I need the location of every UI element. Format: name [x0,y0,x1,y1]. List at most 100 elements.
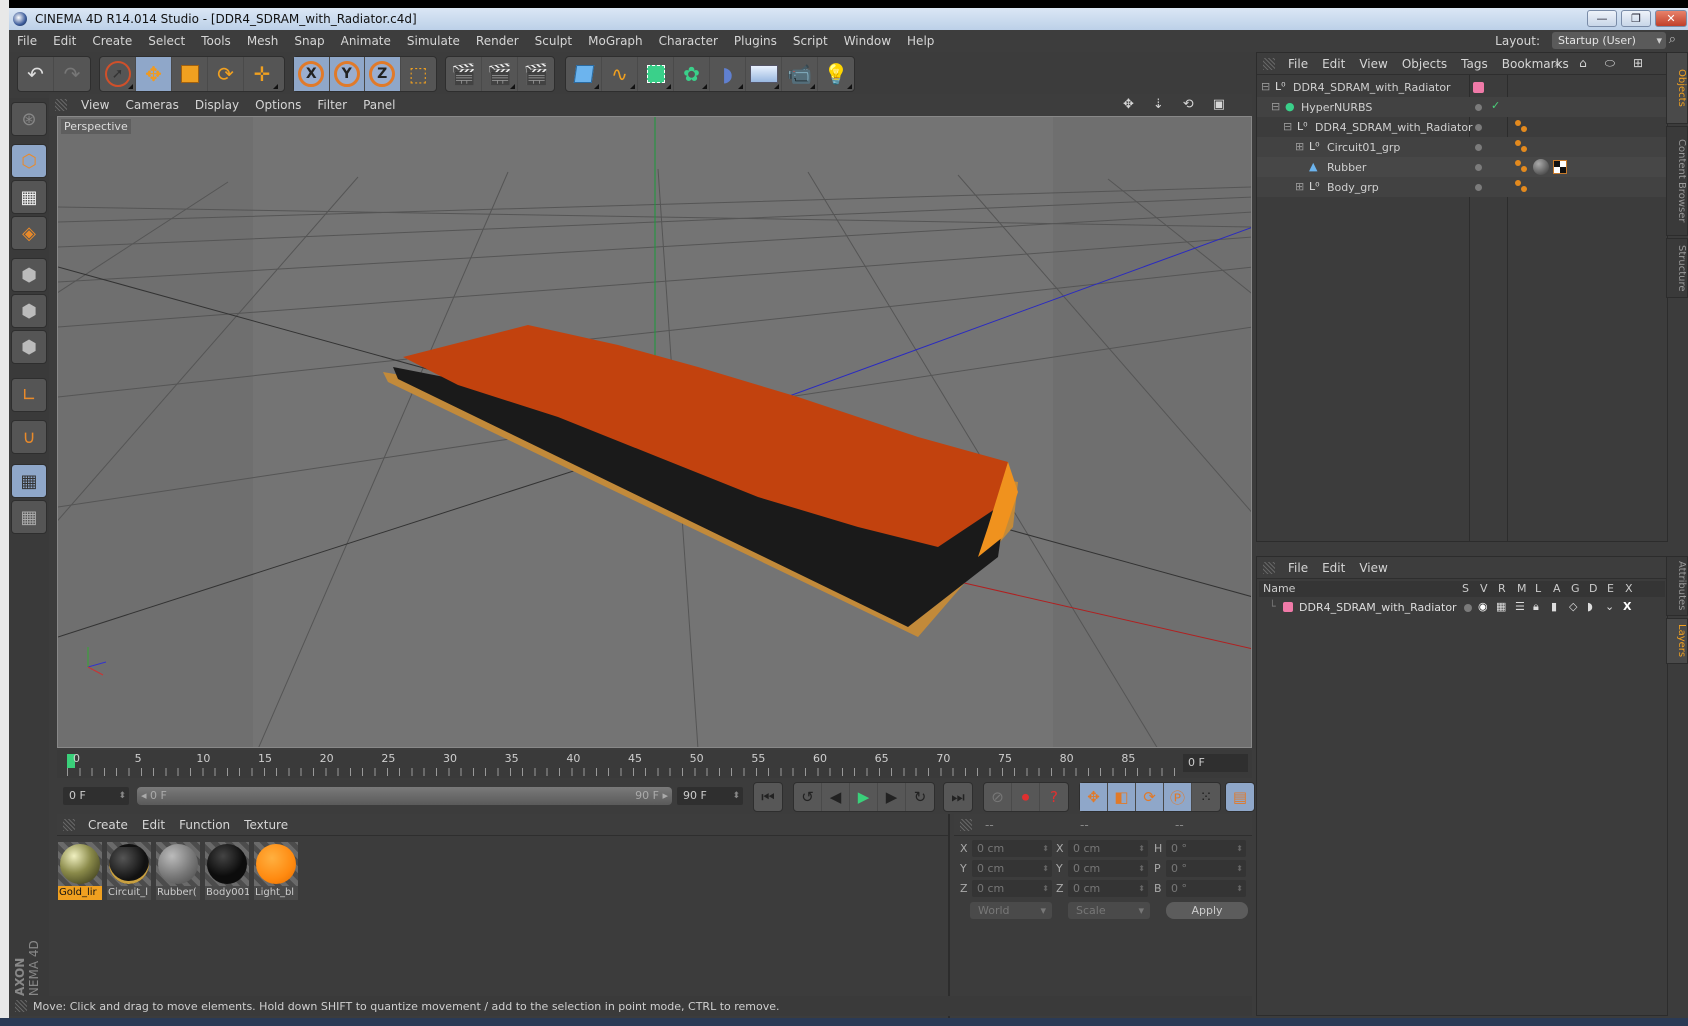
layout-select[interactable]: Startup (User) [1552,32,1666,49]
compositing-tag-icon[interactable] [1515,180,1529,194]
menu-select[interactable]: Select [140,34,193,48]
points-mode-icon[interactable]: ⬢ [11,258,47,292]
object-menu-objects[interactable]: Objects [1395,57,1454,71]
key-rotation-icon[interactable]: ⟳ [1136,783,1164,811]
viewport-menu-options[interactable]: Options [247,98,309,112]
material-menu-texture[interactable]: Texture [237,818,295,832]
timeline-ruler[interactable]: 051015202530354045505560657075808590 0 F [57,750,1252,778]
mograph-cloner-icon[interactable]: ✿ [674,57,710,91]
record-keys-icon[interactable]: ⏺ [1012,783,1040,811]
menu-animate[interactable]: Animate [333,34,399,48]
texture-mode-icon[interactable]: ▦ [11,180,47,214]
menu-snap[interactable]: Snap [286,34,332,48]
rotate-tool-icon[interactable]: ⟳ [208,57,244,91]
polygons-mode-icon[interactable]: ⬢ [11,330,47,364]
manager-icon[interactable]: ☰ [1515,600,1525,613]
undo-icon[interactable]: ↶ [18,57,54,91]
search-icon[interactable]: ⌕ [1547,56,1572,70]
menu-mograph[interactable]: MoGraph [580,34,651,48]
panel-grip[interactable] [1263,57,1275,70]
visible-eye-icon[interactable]: ◉ [1478,600,1488,613]
light-icon[interactable]: 💡 [818,57,854,91]
size-x-field[interactable]: 0 cm [1068,840,1148,857]
viewport-menu-cameras[interactable]: Cameras [117,98,186,112]
menu-sculpt[interactable]: Sculpt [527,34,580,48]
col-deformers[interactable]: D [1589,582,1597,595]
pan-icon[interactable]: ✥ [1115,97,1145,112]
menu-help[interactable]: Help [899,34,942,48]
panel-grip[interactable] [1263,561,1275,574]
floor-environment-icon[interactable] [746,57,782,91]
layer-color-swatch[interactable] [1473,82,1484,93]
tab-layers[interactable]: Layers [1666,618,1688,664]
menu-script[interactable]: Script [785,34,836,48]
object-row[interactable]: ⊟ ● HyperNURBS ✓ [1257,97,1667,117]
start-frame-field[interactable]: 0 F [63,787,129,805]
layer-menu-edit[interactable]: Edit [1315,561,1352,575]
next-key-icon[interactable]: ↻ [906,783,934,811]
object-row[interactable]: ⊞ L⁰ Body_grp [1257,177,1667,197]
material-item[interactable]: Body001 [205,842,249,900]
visibility-dot[interactable] [1475,124,1482,131]
scale-tool-icon[interactable] [172,57,208,91]
compositing-tag-icon[interactable] [1515,120,1529,134]
goto-start-icon[interactable]: ⏮ [754,783,782,811]
pos-y-field[interactable]: 0 cm [972,860,1052,877]
menu-render[interactable]: Render [468,34,527,48]
col-xref[interactable]: X [1625,582,1633,595]
axis-mode-icon[interactable]: ∟ [11,378,47,412]
object-row[interactable]: ⊟ L⁰ DDR4_SDRAM_with_Radiator [1257,117,1667,137]
y-axis-lock-icon[interactable]: Y [329,57,365,91]
collapse-icon[interactable]: ⊟ [1261,80,1270,93]
menu-file[interactable]: File [9,34,45,48]
col-solo[interactable]: S [1462,582,1469,595]
z-axis-lock-icon[interactable]: Z [365,57,401,91]
orbit-icon[interactable]: ⟲ [1175,97,1205,112]
ruler[interactable]: 051015202530354045505560657075808590 [67,752,1197,776]
col-expressions[interactable]: E [1607,582,1614,595]
render-picture-viewer-icon[interactable]: 🎬 [482,57,518,91]
new-window-icon[interactable]: ⊞ [1626,56,1654,70]
rot-p-field[interactable]: 0 ° [1166,860,1246,877]
tab-objects[interactable]: Objects [1666,52,1688,124]
menu-tools[interactable]: Tools [193,34,239,48]
redo-icon[interactable]: ↷ [54,57,90,91]
render-clapper-icon[interactable]: ▦ [1496,600,1506,613]
maximize-view-icon[interactable]: ▣ [1205,97,1236,112]
viewport-menu-panel[interactable]: Panel [355,98,403,112]
coord-mode-dropdown[interactable]: World [970,902,1052,919]
live-selection-icon[interactable]: ➚ [100,57,136,91]
search-icon[interactable]: ⌕ [1661,32,1684,47]
home-icon[interactable]: ⌂ [1572,56,1598,70]
viewport-menu-display[interactable]: Display [187,98,247,112]
material-item[interactable]: Light_bl [254,842,298,900]
collapse-icon[interactable]: ⊟ [1283,120,1292,133]
locked-workplane-icon[interactable]: ▦ [11,464,47,498]
edges-mode-icon[interactable]: ⬢ [11,294,47,328]
solo-icon[interactable] [1464,604,1472,612]
move-tool-icon[interactable]: ✥ [136,57,172,91]
object-row[interactable]: ▲ Rubber [1257,157,1667,177]
size-y-field[interactable]: 0 cm [1068,860,1148,877]
menu-create[interactable]: Create [84,34,140,48]
timeline-window-icon[interactable]: ▤ [1226,783,1254,811]
pos-z-field[interactable]: 0 cm [972,880,1052,897]
recent-tool-icon[interactable]: ✛ [244,57,280,91]
col-visible[interactable]: V [1480,582,1488,595]
key-parameter-icon[interactable]: Ⓟ [1164,783,1192,811]
material-item[interactable]: Gold_lir [58,842,102,900]
col-manager[interactable]: M [1517,582,1527,595]
key-pla-icon[interactable]: ⁙ [1192,783,1220,811]
menu-edit[interactable]: Edit [45,34,84,48]
generator-icon[interactable]: ◇ [1569,600,1577,613]
visibility-dot[interactable] [1475,104,1482,111]
key-position-icon[interactable]: ✥ [1080,783,1108,811]
workplane-mode-icon[interactable]: ◈ [11,216,47,250]
col-name[interactable]: Name [1263,582,1295,595]
rot-h-field[interactable]: 0 ° [1166,840,1246,857]
xref-icon[interactable]: X [1623,600,1631,613]
compositing-tag-icon[interactable] [1515,160,1529,174]
material-item[interactable]: Rubber( [156,842,200,900]
layer-color-swatch[interactable] [1283,602,1293,612]
preview-range-slider[interactable]: ◂ 0 F 90 F ▸ [137,787,672,805]
